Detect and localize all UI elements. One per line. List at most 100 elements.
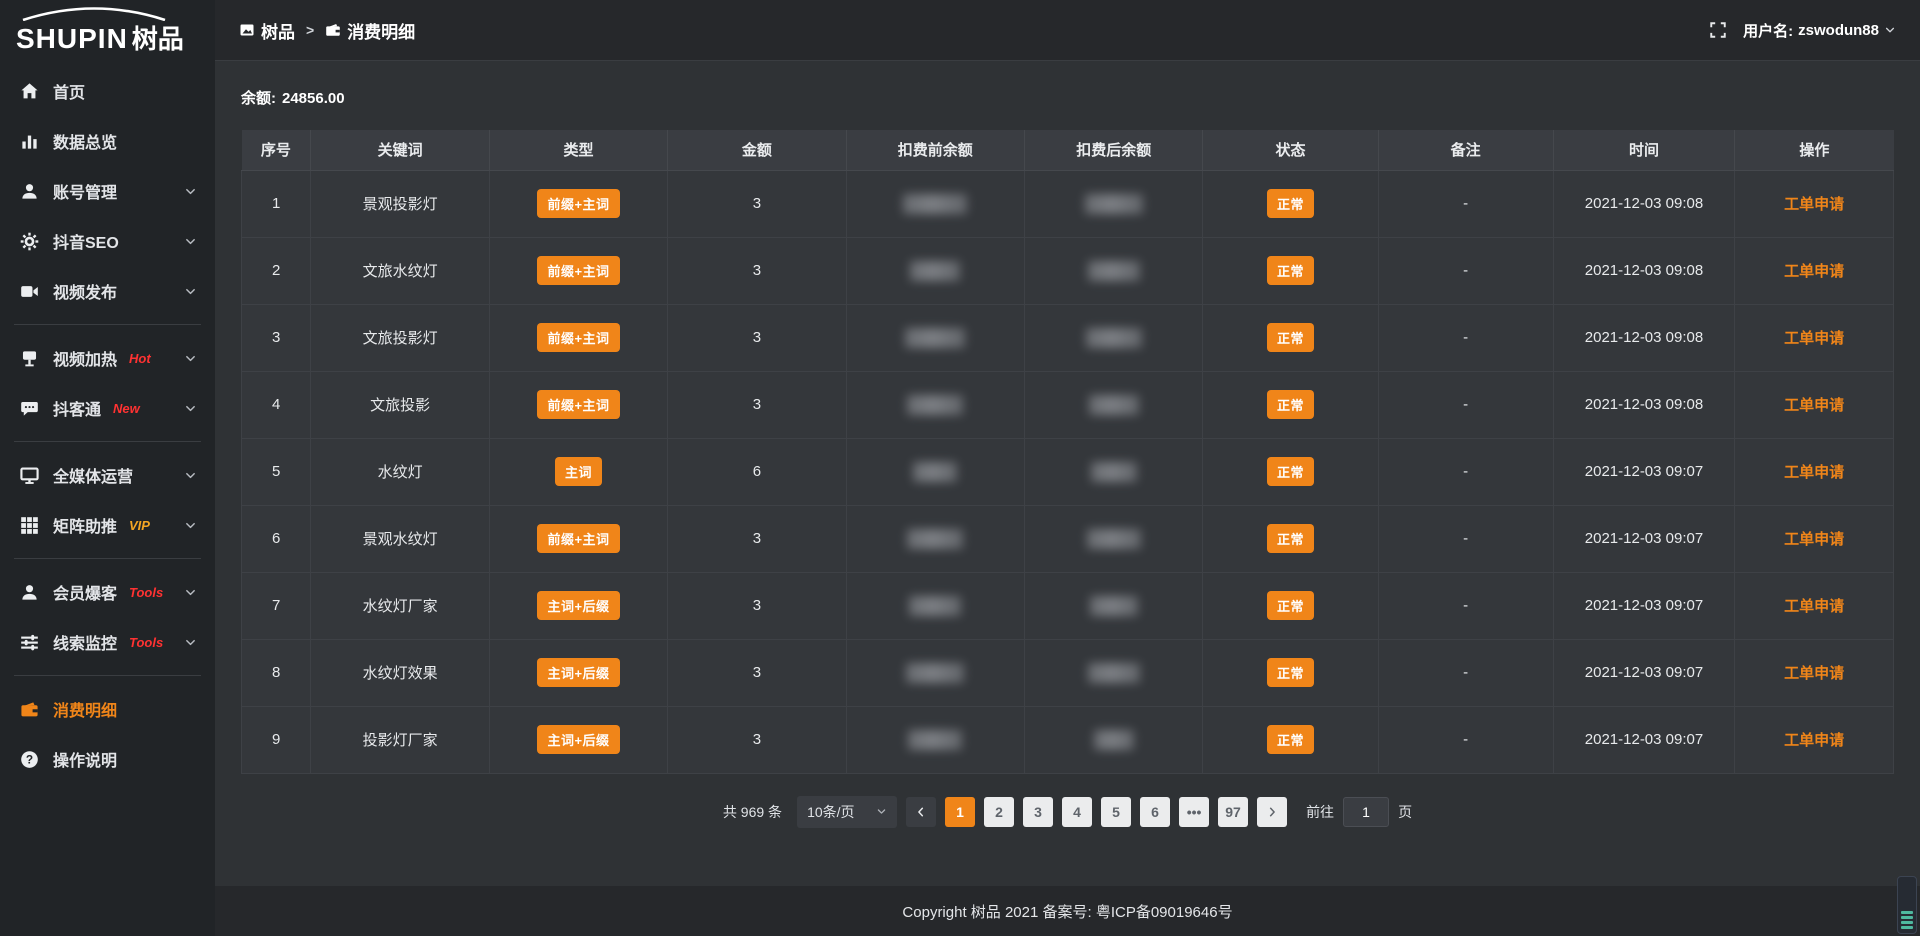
cell-balance-before (846, 237, 1024, 304)
sidebar-item-all-media[interactable]: 全媒体运营 (0, 450, 215, 500)
cell-remark: - (1378, 639, 1553, 706)
type-badge: 主词+后缀 (537, 591, 619, 620)
cell-remark: - (1378, 371, 1553, 438)
sidebar-item-account-manage[interactable]: 账号管理 (0, 166, 215, 216)
blurred-value (910, 261, 960, 281)
table-row: 6景观水纹灯前缀+主词3正常-2021-12-03 09:07工单申请 (242, 505, 1894, 572)
cell-time: 2021-12-03 09:08 (1553, 170, 1735, 237)
sidebar-item-douyin-seo[interactable]: 抖音SEO (0, 216, 215, 266)
cell-remark: - (1378, 170, 1553, 237)
chevron-down-icon (184, 586, 197, 599)
blurred-value (906, 663, 964, 683)
sidebar-item-badge: VIP (129, 518, 150, 533)
cell-action: 工单申请 (1735, 639, 1894, 706)
table-row: 7水纹灯厂家主词+后缀3正常-2021-12-03 09:07工单申请 (242, 572, 1894, 639)
cell-keyword: 水纹灯厂家 (311, 572, 489, 639)
type-badge: 前缀+主词 (537, 390, 619, 419)
consume-table: 序号关键词类型金额扣费前余额扣费后余额状态备注时间操作 1景观投影灯前缀+主词3… (241, 130, 1894, 774)
sidebar-item-douketong[interactable]: 抖客通 New (0, 383, 215, 433)
pagination: 共 969 条 10条/页 123456•••97 前往 页 (241, 796, 1894, 828)
sidebar-item-matrix-boost[interactable]: 矩阵助推VIP (0, 500, 215, 550)
cell-type: 主词+后缀 (489, 639, 667, 706)
goto-page-input[interactable] (1343, 797, 1389, 827)
chevron-down-icon (184, 235, 197, 248)
table-row: 4文旅投影前缀+主词3正常-2021-12-03 09:08工单申请 (242, 371, 1894, 438)
fullscreen-icon[interactable] (1709, 21, 1727, 39)
chevron-down-icon (184, 636, 197, 649)
sidebar-item-label: 线索监控 (53, 630, 117, 654)
cell-balance-before (846, 572, 1024, 639)
cell-time: 2021-12-03 09:07 (1553, 505, 1735, 572)
sidebar-item-data-overview[interactable]: 数据总览 (0, 116, 215, 166)
username-label: 用户名: (1743, 20, 1793, 41)
ticket-request-link[interactable]: 工单申请 (1784, 732, 1844, 749)
ticket-request-link[interactable]: 工单申请 (1784, 665, 1844, 682)
column-header: 类型 (489, 130, 667, 170)
cell-action: 工单申请 (1735, 304, 1894, 371)
sidebar-item-video-heat[interactable]: 视频加热Hot (0, 333, 215, 383)
user-menu[interactable]: 用户名: zswodun88 (1743, 20, 1896, 41)
ticket-request-link[interactable]: 工单申请 (1784, 330, 1844, 347)
cell-amount: 3 (668, 706, 846, 773)
next-page-button[interactable] (1257, 797, 1287, 827)
cell-balance-before (846, 371, 1024, 438)
column-header: 时间 (1553, 130, 1735, 170)
column-header: 序号 (242, 130, 311, 170)
cell-type: 前缀+主词 (489, 170, 667, 237)
ticket-request-link[interactable]: 工单申请 (1784, 397, 1844, 414)
sidebar-item-home[interactable]: 首页 (0, 66, 215, 116)
sidebar-item-operation-guide[interactable]: ?操作说明 (0, 734, 215, 784)
cell-remark: - (1378, 304, 1553, 371)
balance-line: 余额:24856.00 (241, 87, 1894, 108)
sidebar-item-member-leads[interactable]: 会员爆客Tools (0, 567, 215, 617)
grid-icon (20, 516, 39, 535)
logo-text: SHUPIN 树品 (16, 19, 215, 56)
sidebar-item-label: 全媒体运营 (53, 463, 133, 487)
ticket-request-link[interactable]: 工单申请 (1784, 196, 1844, 213)
member-icon (20, 583, 39, 602)
breadcrumb-item-root[interactable]: 树品 (239, 18, 295, 43)
table-row: 1景观投影灯前缀+主词3正常-2021-12-03 09:08工单申请 (242, 170, 1894, 237)
cell-action: 工单申请 (1735, 371, 1894, 438)
blurred-value (1090, 596, 1138, 616)
cell-action: 工单申请 (1735, 237, 1894, 304)
main-column: 树品 > 消费明细 用户名: zswodun88 (215, 0, 1920, 936)
sidebar-item-label: 抖客通 (53, 396, 101, 420)
ticket-request-link[interactable]: 工单申请 (1784, 263, 1844, 280)
floating-widget[interactable] (1897, 876, 1917, 934)
prev-page-button[interactable] (906, 797, 936, 827)
ticket-request-link[interactable]: 工单申请 (1784, 598, 1844, 615)
status-badge: 正常 (1267, 323, 1314, 352)
arrow-right-icon (1266, 806, 1278, 818)
ticket-request-link[interactable]: 工单申请 (1784, 464, 1844, 481)
wallet-icon (20, 700, 39, 719)
blurred-value (907, 529, 963, 549)
sidebar-item-badge: New (113, 401, 140, 416)
cell-balance-before (846, 706, 1024, 773)
more-pages-button[interactable]: ••• (1179, 797, 1209, 827)
cell-remark: - (1378, 505, 1553, 572)
page-button-2[interactable]: 2 (984, 797, 1014, 827)
sidebar-item-video-publish[interactable]: 视频发布 (0, 266, 215, 316)
page-button-97[interactable]: 97 (1218, 797, 1248, 827)
sidebar-menu: 首页数据总览账号管理抖音SEO视频发布视频加热Hot 抖客通 New 全媒体运营矩阵助… (0, 62, 215, 784)
cell-balance-after (1025, 170, 1203, 237)
breadcrumb-item-current[interactable]: 消费明细 (325, 18, 415, 43)
cell-keyword: 水纹灯 (311, 438, 489, 505)
question-icon: ? (20, 750, 39, 769)
ticket-request-link[interactable]: 工单申请 (1784, 531, 1844, 548)
column-header: 关键词 (311, 130, 489, 170)
sidebar-item-clue-monitor[interactable]: 线索监控Tools (0, 617, 215, 667)
page-size-select[interactable]: 10条/页 (797, 796, 897, 828)
cell-amount: 3 (668, 639, 846, 706)
sidebar-item-consume-detail[interactable]: 消费明细 (0, 684, 215, 734)
page-button-3[interactable]: 3 (1023, 797, 1053, 827)
page-button-5[interactable]: 5 (1101, 797, 1131, 827)
cell-keyword: 投影灯厂家 (311, 706, 489, 773)
page-button-1[interactable]: 1 (945, 797, 975, 827)
cell-balance-before (846, 304, 1024, 371)
table-row: 2文旅水纹灯前缀+主词3正常-2021-12-03 09:08工单申请 (242, 237, 1894, 304)
page-button-4[interactable]: 4 (1062, 797, 1092, 827)
page-button-6[interactable]: 6 (1140, 797, 1170, 827)
type-badge: 前缀+主词 (537, 323, 619, 352)
